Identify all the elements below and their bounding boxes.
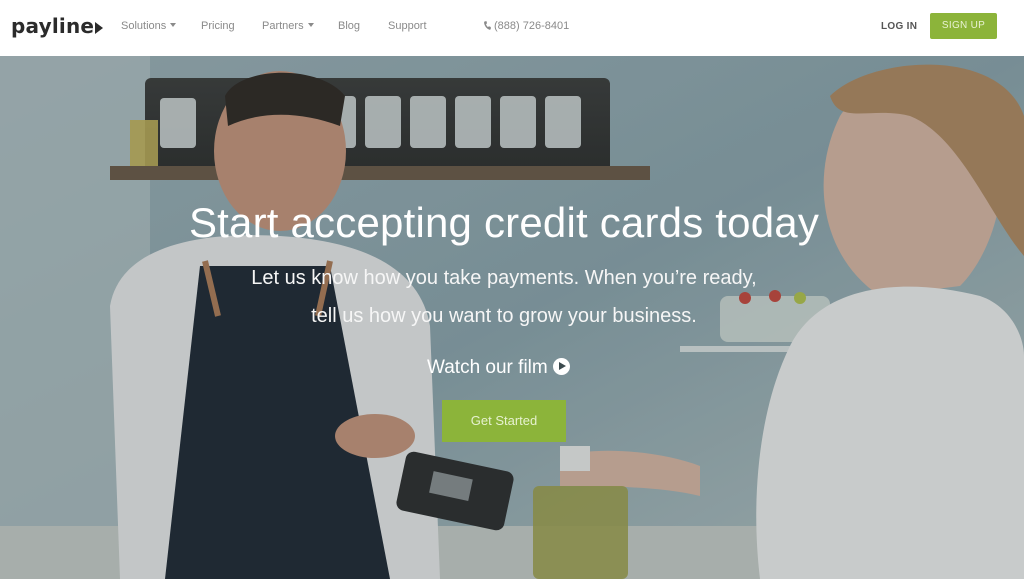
hero-section: Start accepting credit cards today Let u… (0, 56, 1024, 579)
logo-text: payline (11, 14, 95, 38)
chevron-down-icon (170, 23, 177, 27)
nav-item-label: Solutions (121, 20, 167, 32)
hero-title: Start accepting credit cards today (188, 199, 820, 246)
hero-subtitle-line-2: tell us how you want to grow your busine… (311, 305, 697, 327)
watch-film-label: Watch our film (427, 357, 548, 378)
phone-label: (888) 726-8401 (494, 20, 570, 32)
nav-item-solutions[interactable]: Solutions (121, 20, 177, 32)
logo-arrow-icon (95, 22, 104, 34)
get-started-button[interactable]: Get Started (442, 400, 566, 442)
login-link[interactable]: LOG IN (881, 21, 917, 32)
play-icon (552, 358, 570, 375)
nav-item-blog[interactable]: Blog (338, 20, 360, 32)
nav-item-partners[interactable]: Partners (262, 20, 314, 32)
payline-logo[interactable]: payline (11, 14, 104, 38)
signup-button[interactable]: SIGN UP (930, 13, 997, 39)
nav-item-label: Partners (262, 20, 304, 32)
nav-item-label: Support (388, 20, 427, 32)
hero-subtitle-line-1: Let us know how you take payments. When … (251, 267, 757, 289)
phone-number[interactable]: (888) 726-8401 (484, 20, 569, 32)
nav-item-pricing[interactable]: Pricing (201, 20, 235, 32)
site-header: payline Solutions Pricing Partners Blog … (0, 0, 1024, 57)
nav-item-support[interactable]: Support (388, 20, 427, 32)
nav-item-label: Pricing (201, 20, 235, 32)
chevron-down-icon (307, 23, 314, 27)
watch-film-link[interactable]: Watch our film (427, 356, 570, 379)
nav-item-label: Blog (338, 20, 361, 32)
phone-icon (484, 21, 491, 30)
